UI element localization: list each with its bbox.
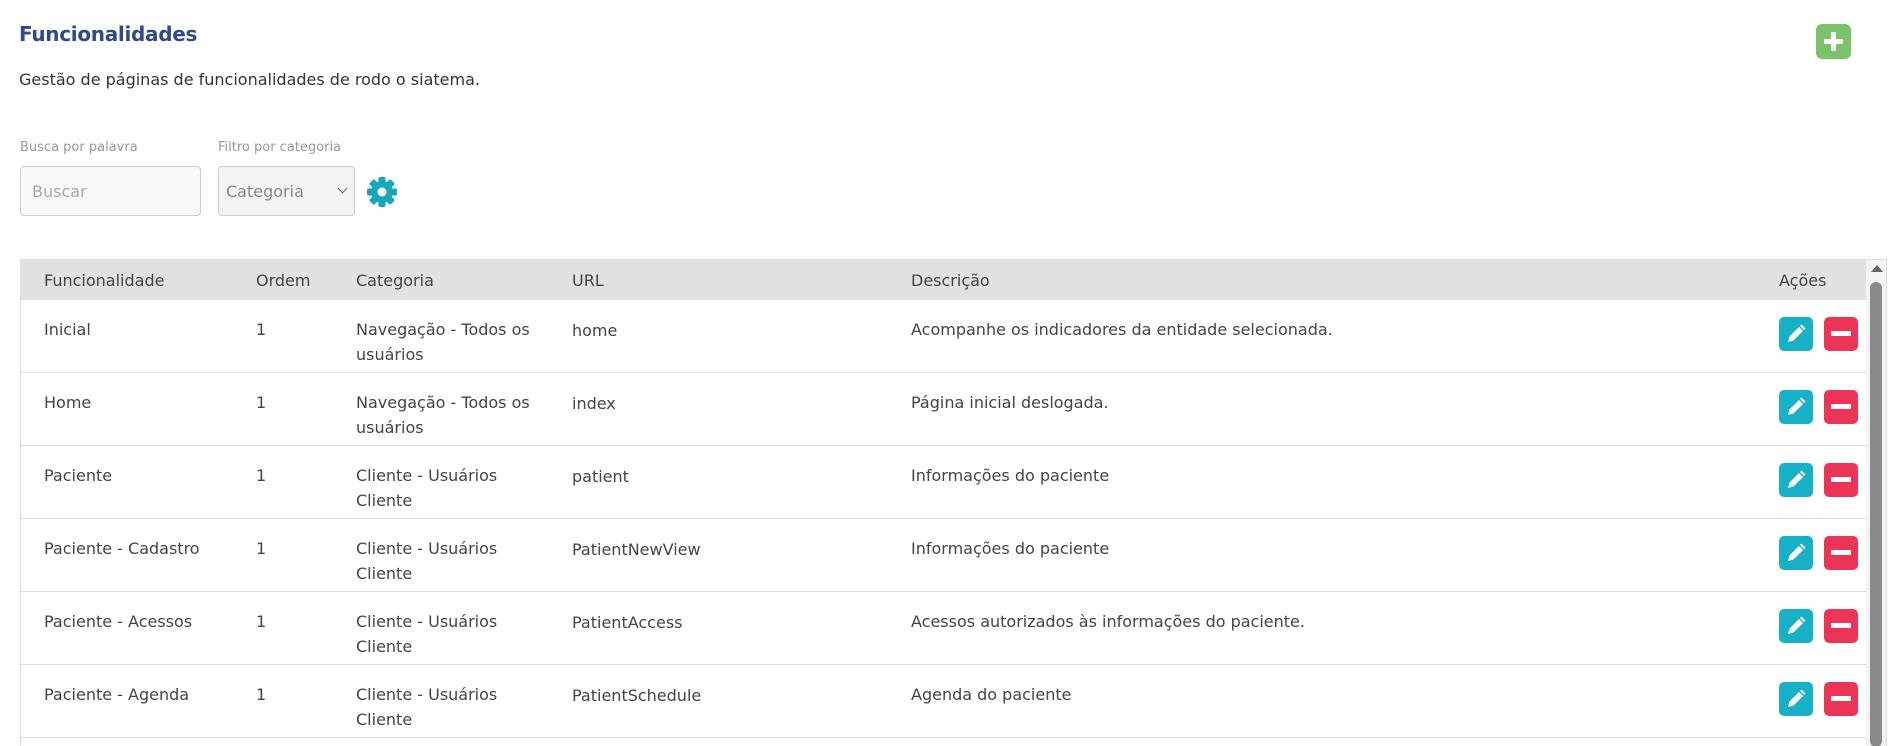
delete-button[interactable] — [1824, 536, 1858, 570]
table-row: Paciente - Acessos 1 Cliente - Usuários … — [21, 592, 1866, 665]
table-row: Paciente 1 Cliente - Usuários Cliente pa… — [21, 446, 1866, 519]
search-input[interactable] — [20, 166, 201, 216]
cell-descricao: Acessos autorizados às informações do pa… — [911, 612, 1305, 631]
delete-button[interactable] — [1824, 390, 1858, 424]
cell-descricao: Agenda do paciente — [911, 685, 1072, 704]
delete-button[interactable] — [1824, 463, 1858, 497]
cell-ordem: 1 — [256, 320, 267, 339]
table-header: Funcionalidade Ordem Categoria URL Descr… — [21, 260, 1866, 300]
edit-button[interactable] — [1779, 682, 1813, 716]
search-label: Busca por palavra — [20, 140, 138, 155]
scroll-thumb[interactable] — [1870, 282, 1882, 746]
cell-descricao: Página inicial deslogada. — [911, 393, 1109, 412]
column-header-url[interactable]: URL — [572, 271, 604, 290]
pencil-icon — [1788, 470, 1806, 488]
delete-button[interactable] — [1824, 682, 1858, 716]
cell-ordem: 1 — [256, 685, 267, 704]
add-button[interactable] — [1816, 24, 1851, 59]
edit-button[interactable] — [1779, 317, 1813, 351]
pencil-icon — [1788, 689, 1806, 707]
cell-ordem: 1 — [256, 539, 267, 558]
cell-funcionalidade: Paciente - Cadastro — [44, 539, 200, 558]
cell-categoria: Navegação - Todos os usuários — [356, 393, 530, 437]
column-header-funcionalidade[interactable]: Funcionalidade — [44, 271, 164, 290]
category-label: Filtro por categoria — [218, 140, 342, 155]
edit-button[interactable] — [1779, 463, 1813, 497]
edit-button[interactable] — [1779, 609, 1813, 643]
cell-url: PatientSchedule — [572, 686, 702, 705]
cell-url: home — [572, 321, 618, 340]
cell-funcionalidade: Paciente - Agenda — [44, 685, 190, 704]
cell-categoria: Cliente - Usuários Cliente — [356, 612, 498, 656]
pencil-icon — [1788, 324, 1806, 342]
cell-ordem: 1 — [256, 466, 267, 485]
gear-icon[interactable] — [366, 176, 398, 208]
cell-funcionalidade: Inicial — [44, 320, 91, 339]
cell-url: patient — [572, 467, 629, 486]
column-header-ordem[interactable]: Ordem — [256, 271, 310, 290]
cell-url: PatientAccess — [572, 613, 683, 632]
cell-funcionalidade: Paciente - Acessos — [44, 612, 193, 631]
column-header-descricao[interactable]: Descrição — [911, 271, 990, 290]
cell-ordem: 1 — [256, 612, 267, 631]
cell-categoria: Cliente - Usuários Cliente — [356, 539, 498, 583]
cell-funcionalidade: Home — [44, 393, 92, 412]
cell-categoria: Navegação - Todos os usuários — [356, 320, 530, 364]
cell-url: index — [572, 394, 616, 413]
page-title: Funcionalidades — [19, 22, 198, 46]
cell-url: PatientNewView — [572, 540, 701, 559]
column-header-acoes: Ações — [1779, 271, 1827, 290]
table-scrollbar[interactable] — [1866, 260, 1886, 746]
column-header-categoria[interactable]: Categoria — [356, 271, 434, 290]
category-select[interactable]: Categoria — [218, 166, 355, 216]
cell-descricao: Acompanhe os indicadores da entidade sel… — [911, 320, 1333, 339]
pencil-icon — [1788, 543, 1806, 561]
cell-ordem: 1 — [256, 393, 267, 412]
scroll-up-arrow[interactable] — [1871, 265, 1883, 272]
cell-categoria: Cliente - Usuários Cliente — [356, 466, 498, 510]
table-row: Paciente - Agenda 1 Cliente - Usuários C… — [21, 665, 1866, 738]
table-row: Paciente - Cadastro 1 Cliente - Usuários… — [21, 519, 1866, 592]
cell-descricao: Informações do paciente — [911, 539, 1110, 558]
edit-button[interactable] — [1779, 390, 1813, 424]
features-table: Funcionalidade Ordem Categoria URL Descr… — [20, 259, 1887, 746]
pencil-icon — [1788, 397, 1806, 415]
cell-funcionalidade: Paciente — [44, 466, 113, 485]
pencil-icon — [1788, 616, 1806, 634]
table-row: Inicial 1 Navegação - Todos os usuários … — [21, 300, 1866, 373]
table-row: Home 1 Navegação - Todos os usuários ind… — [21, 373, 1866, 446]
page-subtitle: Gestão de páginas de funcionalidades de … — [19, 70, 480, 89]
delete-button[interactable] — [1824, 609, 1858, 643]
cell-categoria: Cliente - Usuários Cliente — [356, 685, 498, 729]
cell-descricao: Informações do paciente — [911, 466, 1110, 485]
delete-button[interactable] — [1824, 317, 1858, 351]
edit-button[interactable] — [1779, 536, 1813, 570]
